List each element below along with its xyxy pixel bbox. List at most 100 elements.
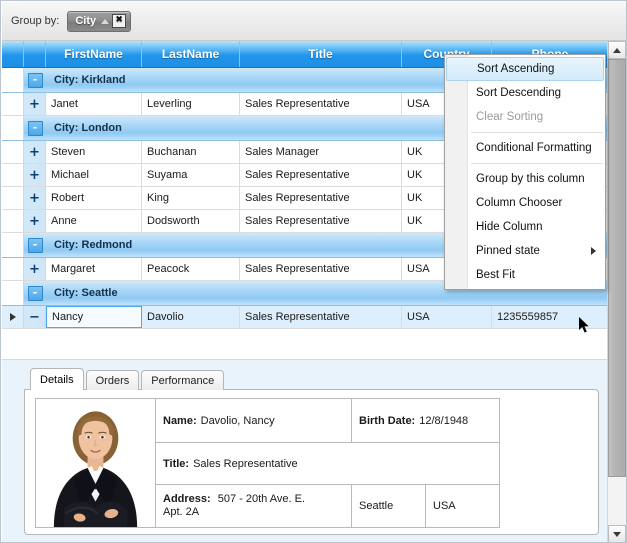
employee-detail-table: Name: Davolio, Nancy Birth Date: 12/8/19… — [35, 398, 500, 528]
group-toggle-wrap: - — [24, 72, 46, 88]
detail-field-address-line1: 507 - 20th Ave. E. — [217, 493, 305, 505]
cell-lastname[interactable]: Leverling — [142, 93, 240, 115]
group-row-label: City: London — [54, 122, 122, 134]
cell-firstname[interactable]: Robert — [46, 187, 142, 209]
row-expand-icon[interactable]: + — [24, 187, 46, 209]
cell-lastname[interactable]: Buchanan — [142, 141, 240, 163]
cell-title[interactable]: Sales Representative — [240, 164, 402, 186]
employee-photo-image — [36, 399, 155, 527]
row-detail-panel: Details Orders Performance Name: Davolio… — [2, 359, 609, 542]
cell-title[interactable]: Sales Representative — [240, 306, 402, 328]
chevron-down-icon — [613, 531, 621, 537]
row-expand-icon[interactable]: + — [24, 210, 46, 232]
row-indicator — [2, 93, 24, 115]
cell-title[interactable]: Sales Representative — [240, 258, 402, 280]
cell-lastname[interactable]: King — [142, 187, 240, 209]
column-header-title-label: Title — [308, 47, 333, 61]
tab-performance-label: Performance — [151, 374, 215, 387]
cell-lastname[interactable]: Suyama — [142, 164, 240, 186]
cell-country[interactable]: USA — [402, 306, 492, 328]
menu-item-group-by-this-column[interactable]: Group by this column — [445, 167, 605, 191]
cell-phone[interactable]: 1235559857 — [492, 306, 609, 328]
row-expand-icon[interactable]: + — [24, 164, 46, 186]
group-row-indent — [2, 281, 24, 305]
group-by-chip-city[interactable]: City ✖ — [67, 10, 132, 32]
cell-firstname[interactable]: Nancy — [46, 306, 142, 328]
scroll-up-button[interactable] — [608, 41, 626, 59]
vertical-scrollbar[interactable] — [607, 41, 626, 542]
menu-item-column-chooser-label: Column Chooser — [476, 197, 563, 209]
tab-orders[interactable]: Orders — [85, 370, 140, 390]
menu-item-best-fit[interactable]: Best Fit — [445, 263, 605, 287]
row-indicator — [2, 306, 24, 328]
cell-firstname[interactable]: Michael — [46, 164, 142, 186]
detail-field-city: Seattle — [352, 485, 426, 527]
detail-tabstrip: Details Orders Performance — [30, 368, 599, 390]
detail-field-birthdate: Birth Date: 12/8/1948 — [352, 399, 499, 442]
close-icon[interactable]: ✖ — [112, 14, 127, 28]
group-collapse-icon[interactable]: - — [27, 120, 43, 136]
group-row-indent — [2, 68, 24, 92]
row-indicator — [2, 141, 24, 163]
scrollbar-track[interactable] — [608, 477, 626, 525]
cell-title[interactable]: Sales Representative — [240, 210, 402, 232]
cell-title[interactable]: Sales Manager — [240, 141, 402, 163]
detail-field-address-label: Address: — [163, 493, 211, 505]
column-header-lastname[interactable]: LastName — [142, 41, 240, 67]
group-collapse-icon[interactable]: - — [27, 285, 43, 301]
detail-field-title: Title: Sales Representative — [156, 443, 499, 484]
menu-item-clear-sorting-label: Clear Sorting — [476, 111, 544, 123]
row-expand-icon[interactable]: + — [24, 93, 46, 115]
menu-item-column-chooser[interactable]: Column Chooser — [445, 191, 605, 215]
menu-item-best-fit-label: Best Fit — [476, 269, 515, 281]
menu-item-pinned-state-label: Pinned state — [476, 245, 540, 257]
grid-application-window: Group by: City ✖ FirstName LastName Titl… — [0, 0, 627, 543]
column-header-lastname-label: LastName — [161, 47, 220, 61]
detail-row-address: Address: 507 - 20th Ave. E. Apt. 2A Seat… — [156, 485, 499, 527]
row-indicator — [2, 164, 24, 186]
detail-row-name: Name: Davolio, Nancy Birth Date: 12/8/19… — [156, 399, 499, 443]
menu-item-sort-descending-label: Sort Descending — [476, 87, 562, 99]
group-toggle-wrap: - — [24, 237, 46, 253]
cell-lastname[interactable]: Peacock — [142, 258, 240, 280]
cell-title[interactable]: Sales Representative — [240, 93, 402, 115]
tab-details-label: Details — [40, 373, 74, 386]
group-toggle-wrap: - — [24, 120, 46, 136]
column-header-title[interactable]: Title — [240, 41, 402, 67]
cell-lastname[interactable]: Davolio — [142, 306, 240, 328]
detail-field-country: USA — [433, 500, 456, 512]
tab-performance[interactable]: Performance — [141, 370, 225, 390]
employee-detail-fields: Name: Davolio, Nancy Birth Date: 12/8/19… — [156, 399, 499, 527]
scrollbar-thumb[interactable] — [608, 59, 626, 477]
row-collapse-icon[interactable]: − — [24, 306, 46, 328]
menu-item-conditional-formatting[interactable]: Conditional Formatting — [445, 136, 605, 160]
row-indicator — [2, 187, 24, 209]
cell-lastname[interactable]: Dodsworth — [142, 210, 240, 232]
table-row-selected[interactable]: − Nancy Davolio Sales Representative USA… — [2, 306, 609, 329]
menu-item-hide-column[interactable]: Hide Column — [445, 215, 605, 239]
group-collapse-icon[interactable]: - — [27, 237, 43, 253]
header-expand-cell — [24, 41, 46, 67]
cell-firstname[interactable]: Margaret — [46, 258, 142, 280]
menu-item-pinned-state[interactable]: Pinned state — [445, 239, 605, 263]
cell-title[interactable]: Sales Representative — [240, 187, 402, 209]
cell-firstname[interactable]: Janet — [46, 93, 142, 115]
menu-item-sort-descending[interactable]: Sort Descending — [445, 81, 605, 105]
sort-ascending-arrow-icon[interactable] — [101, 18, 110, 24]
menu-item-clear-sorting: Clear Sorting — [445, 105, 605, 129]
current-row-arrow-icon — [9, 313, 16, 321]
cell-firstname[interactable]: Anne — [46, 210, 142, 232]
group-collapse-icon[interactable]: - — [27, 72, 43, 88]
column-header-firstname[interactable]: FirstName — [46, 41, 142, 67]
cell-firstname[interactable]: Steven — [46, 141, 142, 163]
group-row-label: City: Kirkland — [54, 74, 126, 86]
tab-details[interactable]: Details — [30, 368, 84, 390]
menu-item-sort-ascending[interactable]: Sort Ascending — [446, 57, 604, 81]
column-header-firstname-label: FirstName — [64, 47, 123, 61]
row-expand-icon[interactable]: + — [24, 258, 46, 280]
scroll-down-button[interactable] — [608, 525, 626, 542]
detail-row-title: Title: Sales Representative — [156, 443, 499, 485]
detail-field-title-label: Title: — [163, 457, 190, 470]
group-by-chip-label: City — [75, 15, 97, 27]
row-expand-icon[interactable]: + — [24, 141, 46, 163]
